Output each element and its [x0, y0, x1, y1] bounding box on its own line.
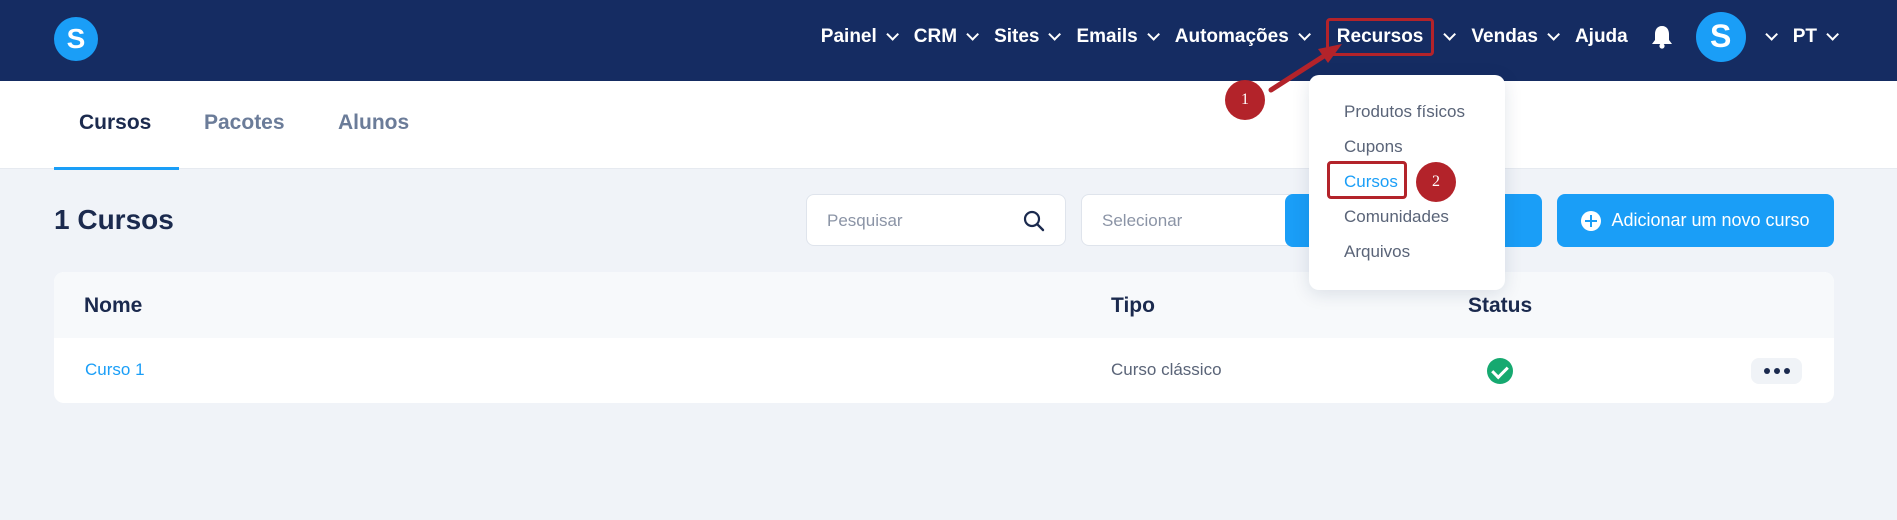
tabs-bar: Cursos Pacotes Alunos [0, 81, 1897, 170]
nav-item-crm[interactable]: CRM [913, 25, 980, 48]
tab-cursos[interactable]: Cursos [79, 111, 151, 135]
nav-label: Ajuda [1574, 25, 1628, 47]
nav-item-vendas[interactable]: Vendas [1471, 25, 1560, 48]
nav-item-painel[interactable]: Painel [820, 25, 899, 48]
check-circle-icon [1487, 358, 1513, 384]
chevron-down-icon [1764, 28, 1778, 41]
logo[interactable]: S [54, 17, 98, 61]
courses-table: Nome Tipo Status Curso 1 Curso clássico [54, 272, 1834, 403]
nav-label: Recursos [1325, 17, 1435, 56]
tab-pacotes[interactable]: Pacotes [204, 111, 285, 135]
active-tab-indicator [54, 167, 179, 170]
highlight-box [1327, 161, 1407, 199]
nav-label: Emails [1076, 25, 1138, 47]
column-header-status: Status [1468, 294, 1533, 317]
nav-item-sites[interactable]: Sites [994, 25, 1062, 48]
avatar-letter: S [1710, 18, 1732, 54]
main-nav: Painel CRM Sites Emails Automações Recur… [802, 0, 1839, 73]
course-type: Curso clássico [1111, 360, 1222, 379]
nav-label: CRM [913, 25, 958, 47]
nav-item-automacoes[interactable]: Automações [1174, 25, 1311, 48]
nav-label: Vendas [1471, 25, 1538, 47]
menu-item-comunidades[interactable]: Comunidades [1344, 207, 1449, 227]
more-icon[interactable] [1751, 358, 1802, 384]
step-marker-1: 1 [1225, 80, 1265, 120]
page-title: 1 Cursos [54, 204, 174, 235]
bell-icon[interactable] [1650, 25, 1674, 49]
tab-alunos[interactable]: Alunos [338, 111, 409, 135]
chevron-down-icon [886, 28, 899, 41]
add-course-label: Adicionar um novo curso [1611, 210, 1810, 230]
menu-item-arquivos[interactable]: Arquivos [1344, 242, 1410, 262]
avatar[interactable]: S [1695, 11, 1746, 62]
chevron-down-icon [1147, 28, 1160, 41]
nav-label: Automações [1174, 25, 1289, 47]
search-placeholder: Pesquisar [827, 211, 903, 230]
language-selector[interactable]: PT [1792, 25, 1839, 48]
column-header-name: Nome [84, 294, 143, 317]
chevron-down-icon [1547, 28, 1560, 41]
search-icon[interactable] [1023, 210, 1045, 232]
table-header: Nome Tipo Status [54, 272, 1834, 338]
user-menu-toggle[interactable] [1764, 28, 1778, 41]
chevron-down-icon [1048, 28, 1062, 41]
nav-item-emails[interactable]: Emails [1076, 25, 1160, 48]
nav-label: Painel [820, 25, 877, 47]
plus-circle-icon [1581, 210, 1602, 231]
chevron-down-icon [1443, 28, 1457, 41]
menu-item-cupons[interactable]: Cupons [1344, 137, 1403, 157]
top-navbar: S Painel CRM Sites Emails Automações Rec… [0, 0, 1897, 81]
language-label: PT [1792, 25, 1817, 47]
nav-label: Sites [994, 25, 1040, 47]
step-marker-2: 2 [1416, 162, 1456, 202]
chevron-down-icon [966, 28, 980, 41]
logo-letter: S [66, 23, 86, 54]
column-header-type: Tipo [1111, 294, 1155, 317]
chevron-down-icon [1826, 28, 1839, 41]
chevron-down-icon [1298, 28, 1311, 41]
course-name-link[interactable]: Curso 1 [85, 360, 145, 380]
nav-item-ajuda[interactable]: Ajuda [1575, 26, 1628, 48]
recursos-dropdown-menu: Produtos físicos Cupons Cursos Comunidad… [1309, 75, 1505, 290]
select-placeholder: Selecionar [1102, 211, 1183, 230]
table-row: Curso 1 Curso clássico [54, 338, 1834, 403]
menu-item-produtos-fisicos[interactable]: Produtos físicos [1344, 102, 1465, 122]
nav-item-recursos[interactable]: Recursos [1325, 17, 1457, 56]
search-input[interactable]: Pesquisar [806, 194, 1066, 246]
filter-select[interactable]: Selecionar [1081, 194, 1311, 246]
add-course-button[interactable]: Adicionar um novo curso [1557, 194, 1834, 247]
